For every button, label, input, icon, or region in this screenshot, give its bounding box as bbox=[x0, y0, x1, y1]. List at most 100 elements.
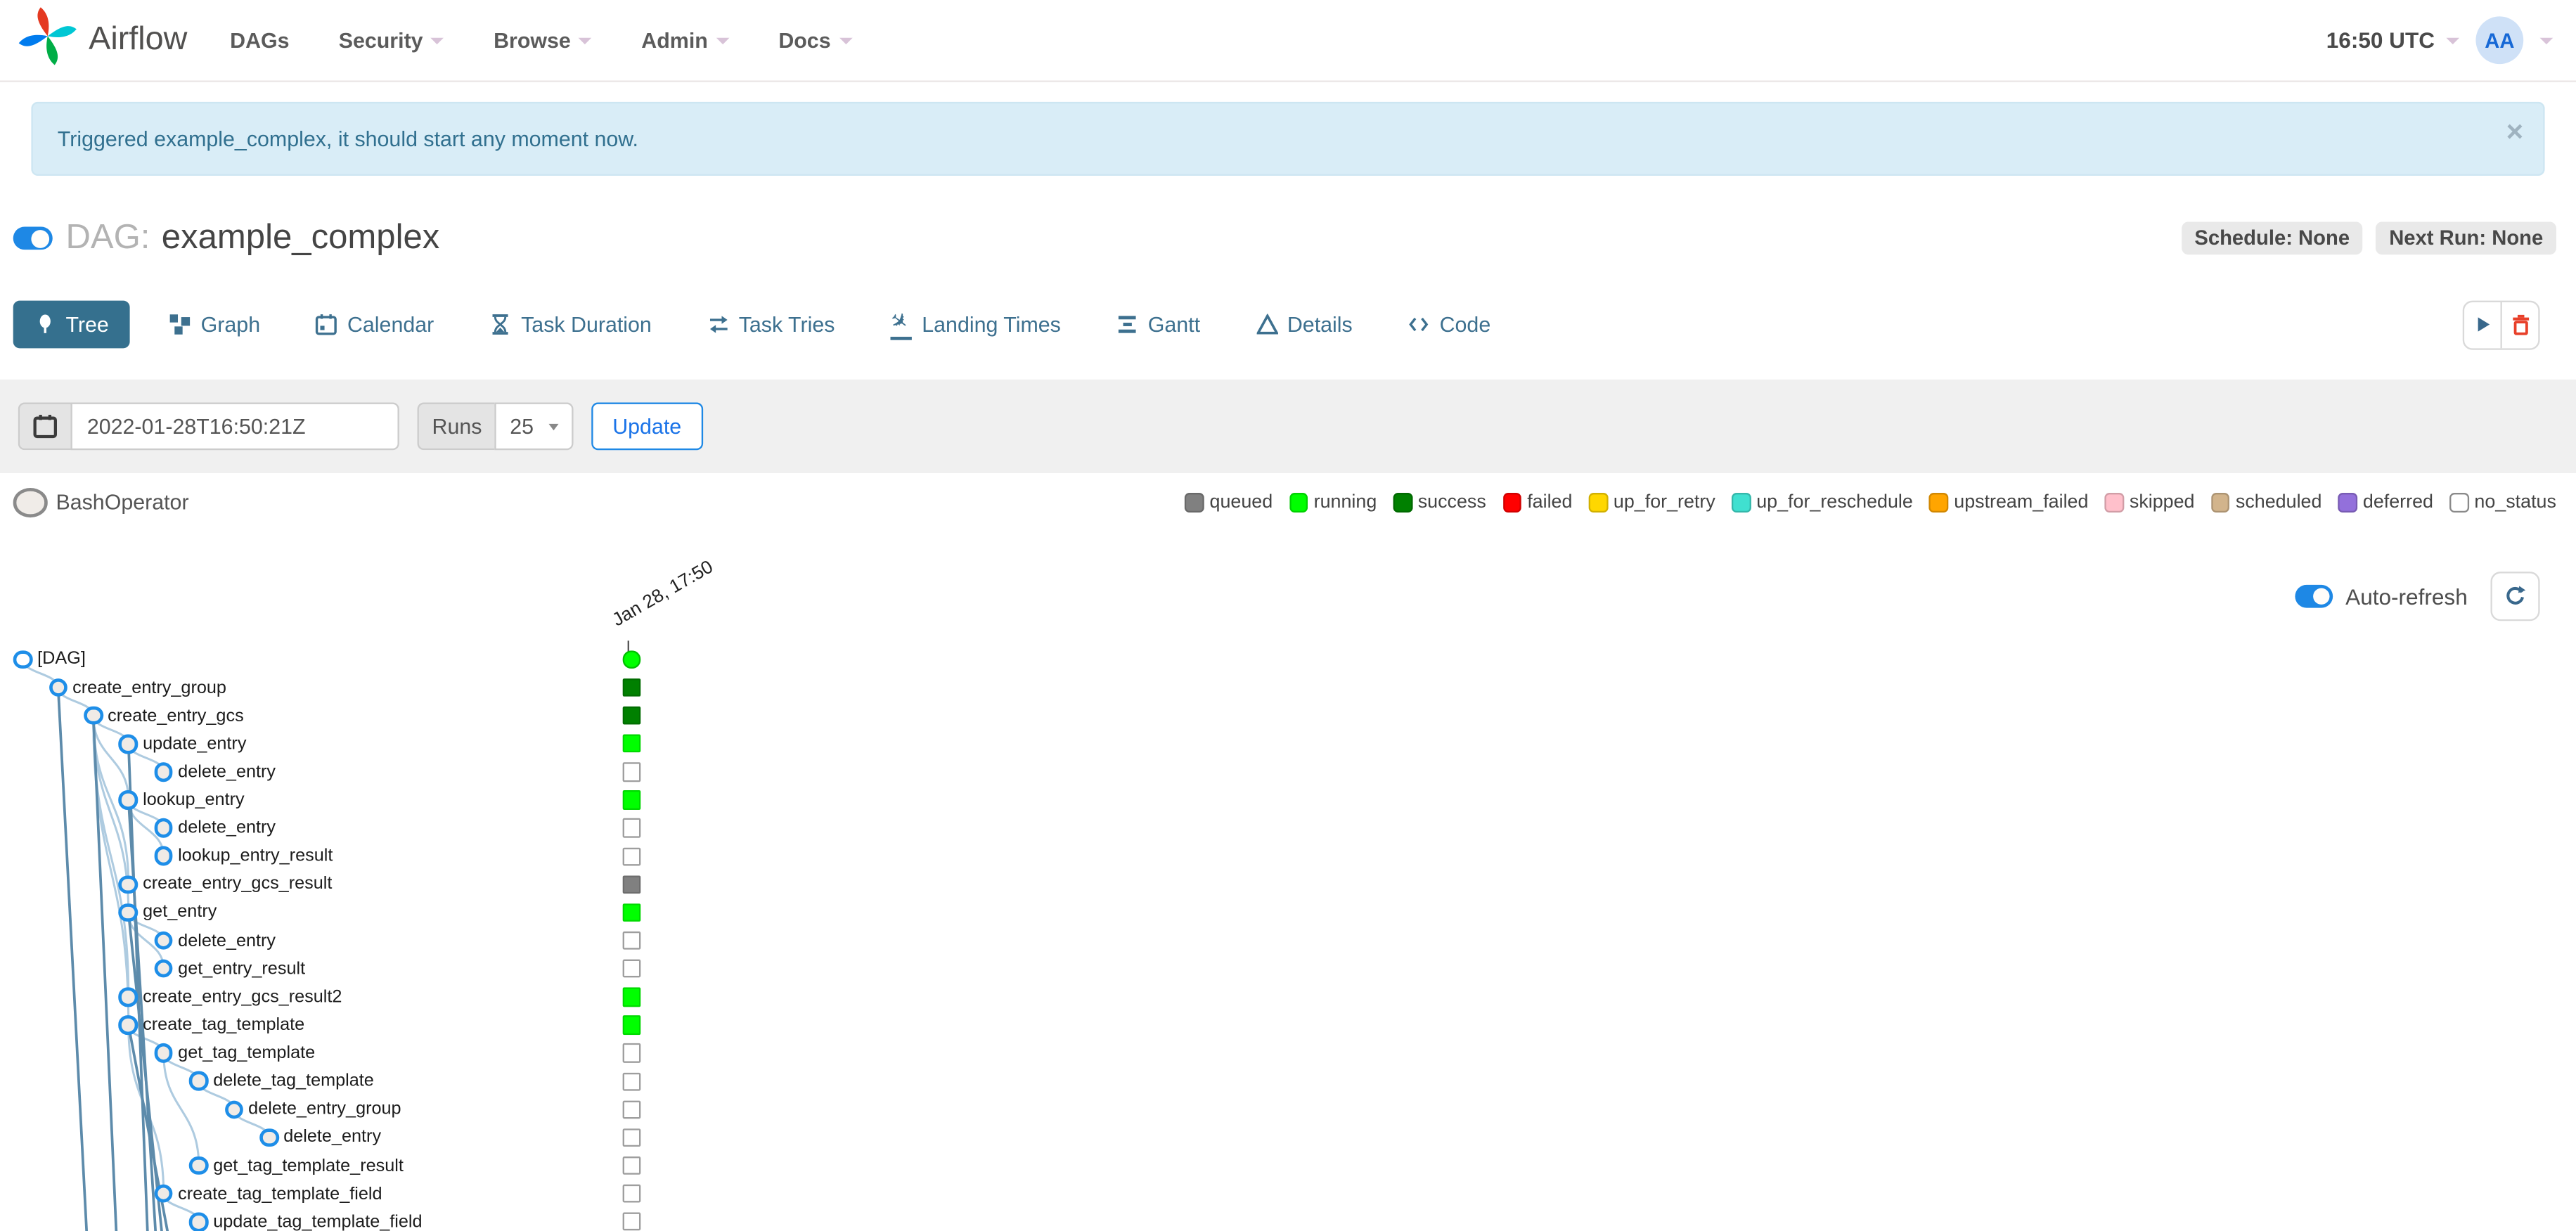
task-node-circle[interactable] bbox=[119, 1015, 139, 1035]
task-node-circle[interactable] bbox=[119, 987, 139, 1007]
task-node-circle[interactable] bbox=[154, 846, 174, 866]
clock-menu[interactable]: 16:50 UTC bbox=[2326, 28, 2460, 53]
refresh-button[interactable] bbox=[2490, 572, 2540, 621]
legend-item-no_status: no_status bbox=[2449, 492, 2556, 512]
status-legend: queued running success failed up_for_retry up… bbox=[1185, 492, 2556, 512]
chevron-down-icon[interactable] bbox=[2539, 37, 2554, 44]
flash-alert: Triggered example_complex, it should sta… bbox=[31, 101, 2545, 176]
task-node-circle[interactable] bbox=[119, 875, 139, 894]
view-tabs: Tree Graph Calendar Task Duration Task Tries… bbox=[13, 297, 1507, 352]
nav-item-admin[interactable]: Admin bbox=[641, 28, 730, 53]
tab-task-duration[interactable]: Task Duration bbox=[473, 301, 668, 349]
task-status-square-no_status[interactable] bbox=[622, 846, 641, 866]
task-status-square-running[interactable] bbox=[622, 987, 641, 1007]
task-status-square-success[interactable] bbox=[622, 706, 641, 726]
task-status-square-no_status[interactable] bbox=[622, 818, 641, 838]
avatar[interactable]: AA bbox=[2475, 16, 2524, 65]
nav-item-security[interactable]: Security bbox=[339, 28, 444, 53]
dag-name: example_complex bbox=[161, 218, 440, 257]
task-node-circle[interactable] bbox=[259, 1128, 279, 1147]
task-status-square-no_status[interactable] bbox=[622, 1184, 641, 1204]
chevron-down-icon bbox=[431, 37, 444, 44]
task-name: delete_entry bbox=[178, 818, 276, 838]
tab-task-tries[interactable]: Task Tries bbox=[691, 301, 851, 349]
update-button[interactable]: Update bbox=[591, 402, 703, 451]
task-name: get_tag_template_result bbox=[213, 1155, 404, 1176]
legend-swatch-icon bbox=[1289, 493, 1308, 512]
dag-pause-toggle[interactable] bbox=[13, 226, 53, 250]
tree-row: lookup_entry_result bbox=[154, 846, 333, 866]
task-node-circle[interactable] bbox=[189, 1156, 209, 1175]
tab-label: Calendar bbox=[347, 311, 434, 337]
legend-swatch-icon bbox=[1588, 493, 1608, 512]
tab-landing-times[interactable]: ✈ Landing Times bbox=[875, 297, 1078, 352]
task-status-square-no_status[interactable] bbox=[622, 1100, 641, 1119]
alert-message: Triggered example_complex, it should sta… bbox=[57, 126, 639, 151]
task-status-square-no_status[interactable] bbox=[622, 959, 641, 979]
task-node-circle[interactable] bbox=[154, 959, 174, 979]
toggle-knob bbox=[31, 229, 50, 247]
task-status-square-running[interactable] bbox=[622, 1015, 641, 1035]
legend-label: up_for_reschedule bbox=[1756, 492, 1913, 513]
nav-item-browse[interactable]: Browse bbox=[494, 27, 593, 53]
legend-label: success bbox=[1417, 492, 1486, 513]
task-status-square-queued[interactable] bbox=[622, 875, 641, 894]
task-node-circle[interactable] bbox=[189, 1212, 209, 1231]
task-node-circle[interactable] bbox=[224, 1100, 244, 1119]
task-node-circle[interactable] bbox=[119, 790, 139, 810]
trigger-dag-button[interactable] bbox=[2464, 302, 2500, 347]
autorefresh-controls: Auto-refresh bbox=[2294, 572, 2540, 621]
nav-item-label: Browse bbox=[494, 27, 571, 53]
task-status-square-no_status[interactable] bbox=[622, 1212, 641, 1231]
task-status-square-no_status[interactable] bbox=[622, 762, 641, 782]
airflow-brand[interactable]: Airflow bbox=[16, 5, 187, 75]
tab-label: Task Duration bbox=[521, 311, 652, 337]
tab-code[interactable]: Code bbox=[1392, 301, 1507, 349]
task-node-circle[interactable] bbox=[119, 903, 139, 922]
tab-tree[interactable]: Tree bbox=[13, 300, 131, 349]
task-name: create_tag_template bbox=[143, 1014, 305, 1036]
chevron-down-icon bbox=[716, 37, 730, 44]
task-node-circle[interactable] bbox=[154, 1184, 174, 1204]
delete-dag-button[interactable] bbox=[2500, 301, 2539, 348]
task-status-square-running[interactable] bbox=[622, 734, 641, 754]
task-status-square-no_status[interactable] bbox=[622, 1156, 641, 1175]
task-status-square-no_status[interactable] bbox=[622, 1043, 641, 1063]
task-node-circle[interactable] bbox=[154, 818, 174, 838]
nav-item-label: Docs bbox=[778, 27, 831, 53]
base-date-input[interactable] bbox=[70, 402, 399, 451]
task-node-circle[interactable] bbox=[49, 678, 68, 697]
task-node-circle[interactable] bbox=[154, 1043, 174, 1063]
tab-calendar[interactable]: Calendar bbox=[300, 301, 450, 349]
task-node-circle[interactable] bbox=[84, 706, 103, 726]
hourglass-icon bbox=[490, 314, 511, 335]
task-node-circle[interactable] bbox=[119, 734, 139, 754]
task-status-square-no_status[interactable] bbox=[622, 931, 641, 950]
task-node-circle[interactable] bbox=[13, 650, 33, 669]
tab-details[interactable]: Details bbox=[1239, 301, 1369, 349]
task-status-square-no_status[interactable] bbox=[622, 1128, 641, 1147]
close-icon[interactable]: × bbox=[2506, 117, 2524, 146]
task-status-square-no_status[interactable] bbox=[622, 1071, 641, 1091]
legend-label: failed bbox=[1527, 492, 1573, 513]
dag-run-status-circle[interactable] bbox=[623, 650, 640, 669]
legend-label: upstream_failed bbox=[1954, 492, 2089, 513]
task-status-square-running[interactable] bbox=[622, 903, 641, 922]
task-name: delete_tag_template bbox=[213, 1071, 374, 1092]
tab-graph[interactable]: Graph bbox=[153, 301, 277, 349]
task-name: create_entry_gcs_result2 bbox=[143, 986, 342, 1007]
nav-item-dags[interactable]: DAGs bbox=[230, 28, 289, 53]
task-status-square-success[interactable] bbox=[622, 678, 641, 697]
task-status-square-running[interactable] bbox=[622, 790, 641, 810]
nav-item-docs[interactable]: Docs bbox=[778, 28, 852, 53]
task-node-circle[interactable] bbox=[189, 1071, 209, 1091]
task-node-circle[interactable] bbox=[154, 931, 174, 950]
tab-gantt[interactable]: Gantt bbox=[1100, 301, 1216, 349]
date-addon[interactable] bbox=[18, 402, 71, 451]
task-node-circle[interactable] bbox=[154, 762, 174, 782]
tree-row: get_tag_template bbox=[154, 1043, 315, 1063]
autorefresh-toggle[interactable] bbox=[2294, 585, 2333, 608]
tree-row: update_tag_template_field bbox=[189, 1212, 423, 1231]
num-runs-select[interactable]: 25 bbox=[495, 402, 574, 451]
filter-bar: Runs 25 Update bbox=[0, 379, 2576, 473]
